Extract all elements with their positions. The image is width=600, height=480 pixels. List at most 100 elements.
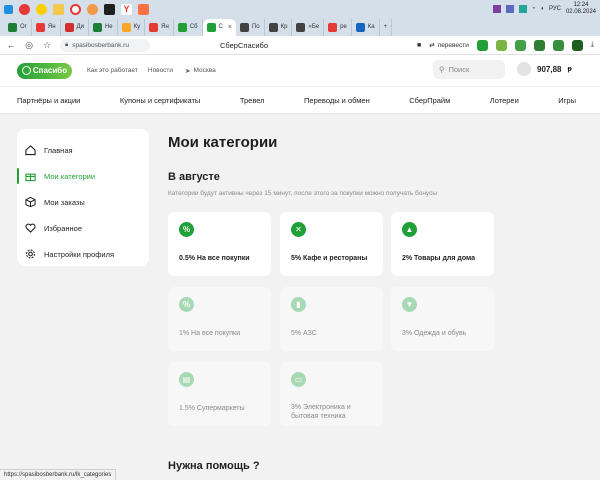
category-label: 1.5% Супермаркеты [179, 405, 245, 412]
clock[interactable]: 12:24 02.08.2024 [566, 2, 596, 16]
browser-tab[interactable]: ре [324, 18, 352, 36]
browser-tab[interactable]: «Бе [292, 18, 325, 36]
browser-tab[interactable]: Ди [61, 18, 89, 36]
yandex-search-icon[interactable] [36, 3, 47, 15]
translate-button[interactable]: ⇄ перевести [429, 41, 469, 50]
extension-icon[interactable] [552, 39, 564, 51]
tab-label: «Бе [308, 24, 320, 30]
nav-item[interactable]: Партнёры и акции [17, 96, 80, 105]
downloads-icon[interactable]: ⤓ [591, 41, 594, 49]
yandex-browser-icon[interactable] [19, 3, 30, 15]
section-note: Категории будут активны через 15 минут, … [168, 190, 438, 197]
tab-favicon-icon [355, 22, 365, 32]
avatar[interactable] [517, 62, 531, 76]
tray-app-icon[interactable] [518, 5, 527, 13]
search-placeholder: Поиск [448, 65, 470, 74]
tab-label: Ян [47, 24, 56, 30]
music-icon[interactable] [104, 3, 115, 15]
nav-item[interactable]: Тревел [240, 96, 265, 105]
news-link[interactable]: Новости [148, 67, 173, 74]
browser-tab[interactable]: По [236, 18, 265, 36]
cutlery-icon: ✕ [291, 222, 306, 237]
category-card[interactable]: % 1% На все покупки [168, 287, 271, 351]
volume-icon[interactable]: ◖ [540, 6, 544, 12]
category-card[interactable]: % 0.5% На все покупки [168, 212, 271, 276]
category-card[interactable]: ▮ 5% АЗС [280, 287, 383, 351]
mail-icon[interactable] [138, 3, 149, 15]
sidebar-item[interactable]: Избранное [17, 215, 149, 241]
language-indicator[interactable]: РУС [549, 6, 561, 12]
wifi-icon[interactable]: ◔ [532, 6, 536, 12]
tab-label: Кр [280, 24, 288, 30]
nav-item[interactable]: Купоны и сертификаты [120, 96, 200, 105]
tab-favicon-icon [64, 22, 74, 32]
back-arrow-icon[interactable]: ← [6, 40, 16, 50]
sidebar-item[interactable]: Мои категории [17, 163, 149, 189]
sidebar-item[interactable]: Главная [17, 137, 149, 163]
nav-item[interactable]: Лотереи [490, 96, 519, 105]
browser-tab[interactable]: Сб [174, 18, 203, 36]
browser-tab[interactable]: Ян [145, 18, 174, 36]
browser-tab[interactable]: Ку [118, 18, 146, 36]
yandex-y-icon[interactable]: Y [121, 3, 132, 15]
url-field[interactable]: 🔒︎ spasibosberbank.ru [60, 38, 150, 52]
category-label: 1% На все покупки [179, 330, 241, 337]
sidebar-item[interactable]: Мои заказы [17, 189, 149, 215]
how-it-works-link[interactable]: Как это работает [87, 67, 138, 74]
sidebar-item-label: Мои заказы [44, 197, 85, 207]
browser-tab[interactable]: Ка [352, 18, 380, 36]
tab-favicon-icon [206, 22, 216, 32]
extension-icon[interactable] [533, 39, 545, 51]
monitor-icon: ▭ [291, 372, 306, 387]
tab-label: Ку [133, 24, 141, 30]
browser-tab[interactable]: Не [89, 18, 118, 36]
tab-label: Ди [76, 24, 84, 30]
windows-start-icon[interactable] [4, 4, 13, 14]
bookmark-icon[interactable]: ■ [417, 42, 421, 49]
pinned-icons-row: Y [0, 0, 149, 18]
category-card[interactable]: ▲ 2% Товары для дома [391, 212, 494, 276]
extension-icon[interactable] [476, 39, 488, 51]
tab-favicon-icon [121, 22, 131, 32]
category-label: 2% Товары для дома [402, 255, 476, 262]
nav-item[interactable]: Игры [558, 96, 576, 105]
nav-item[interactable]: Переводы и обмен [304, 96, 370, 105]
category-card[interactable]: ▭ 3% Электроника и бытовая техника [280, 362, 383, 426]
browser-tab-strip: Y ◔ ◖ РУС 12:24 02.08.2024 Ог Ян Ди Не Ку Ян С… [0, 0, 600, 36]
tab-favicon-icon [35, 22, 45, 32]
new-tab-button[interactable]: + [380, 18, 393, 36]
category-card[interactable]: ▼ 3% Одежда и обувь [391, 287, 494, 351]
address-bar: ← ◎ ☆ 🔒︎ spasibosberbank.ru СберСпасибо … [0, 36, 600, 55]
account-icon[interactable]: ◎ [24, 40, 34, 51]
category-label: 3% Одежда и обувь [402, 330, 467, 337]
nav-item[interactable]: СберПрайм [409, 96, 450, 105]
browser-tab[interactable]: Ог [4, 18, 32, 36]
opera-icon[interactable] [70, 3, 81, 15]
extension-icon[interactable] [495, 39, 507, 51]
category-card[interactable]: ✕ 5% Кафе и рестораны [280, 212, 383, 276]
extension-icon[interactable] [571, 39, 583, 51]
tab-favicon-icon [268, 22, 278, 32]
spasibo-logo[interactable]: Спасибо [17, 62, 72, 79]
percent-icon: % [179, 222, 194, 237]
city-selector[interactable]: ➤ Москва [185, 67, 216, 75]
search-input[interactable]: ⚲ Поиск [433, 60, 505, 79]
translate-icon: ⇄ [429, 42, 435, 49]
lamp-icon: ▲ [402, 222, 417, 237]
tray-app-icon[interactable] [492, 5, 501, 13]
browser-tab[interactable]: Кр [265, 18, 293, 36]
profile-sidebar: Главная Мои категории Мои заказы Избранное Н… [17, 129, 149, 266]
close-tab-icon[interactable]: × [228, 24, 232, 31]
sidebar-item[interactable]: Настройки профиля [17, 241, 149, 267]
browser-tab[interactable]: Ян [32, 18, 61, 36]
main-navigation: Партнёры и акции Купоны и сертификаты Трев… [0, 86, 600, 114]
files-icon[interactable] [53, 3, 64, 15]
app-icon[interactable] [87, 3, 98, 15]
gift-icon [25, 171, 36, 182]
tray-app-icon[interactable] [505, 5, 514, 13]
category-card[interactable]: ▤ 1.5% Супермаркеты [168, 362, 271, 426]
browser-tab[interactable]: С × [202, 18, 236, 36]
bookmarks-icon[interactable]: ☆ [42, 40, 52, 51]
extension-icon[interactable] [514, 39, 526, 51]
profile-balance[interactable]: 907,88 ᵽ [517, 62, 572, 76]
